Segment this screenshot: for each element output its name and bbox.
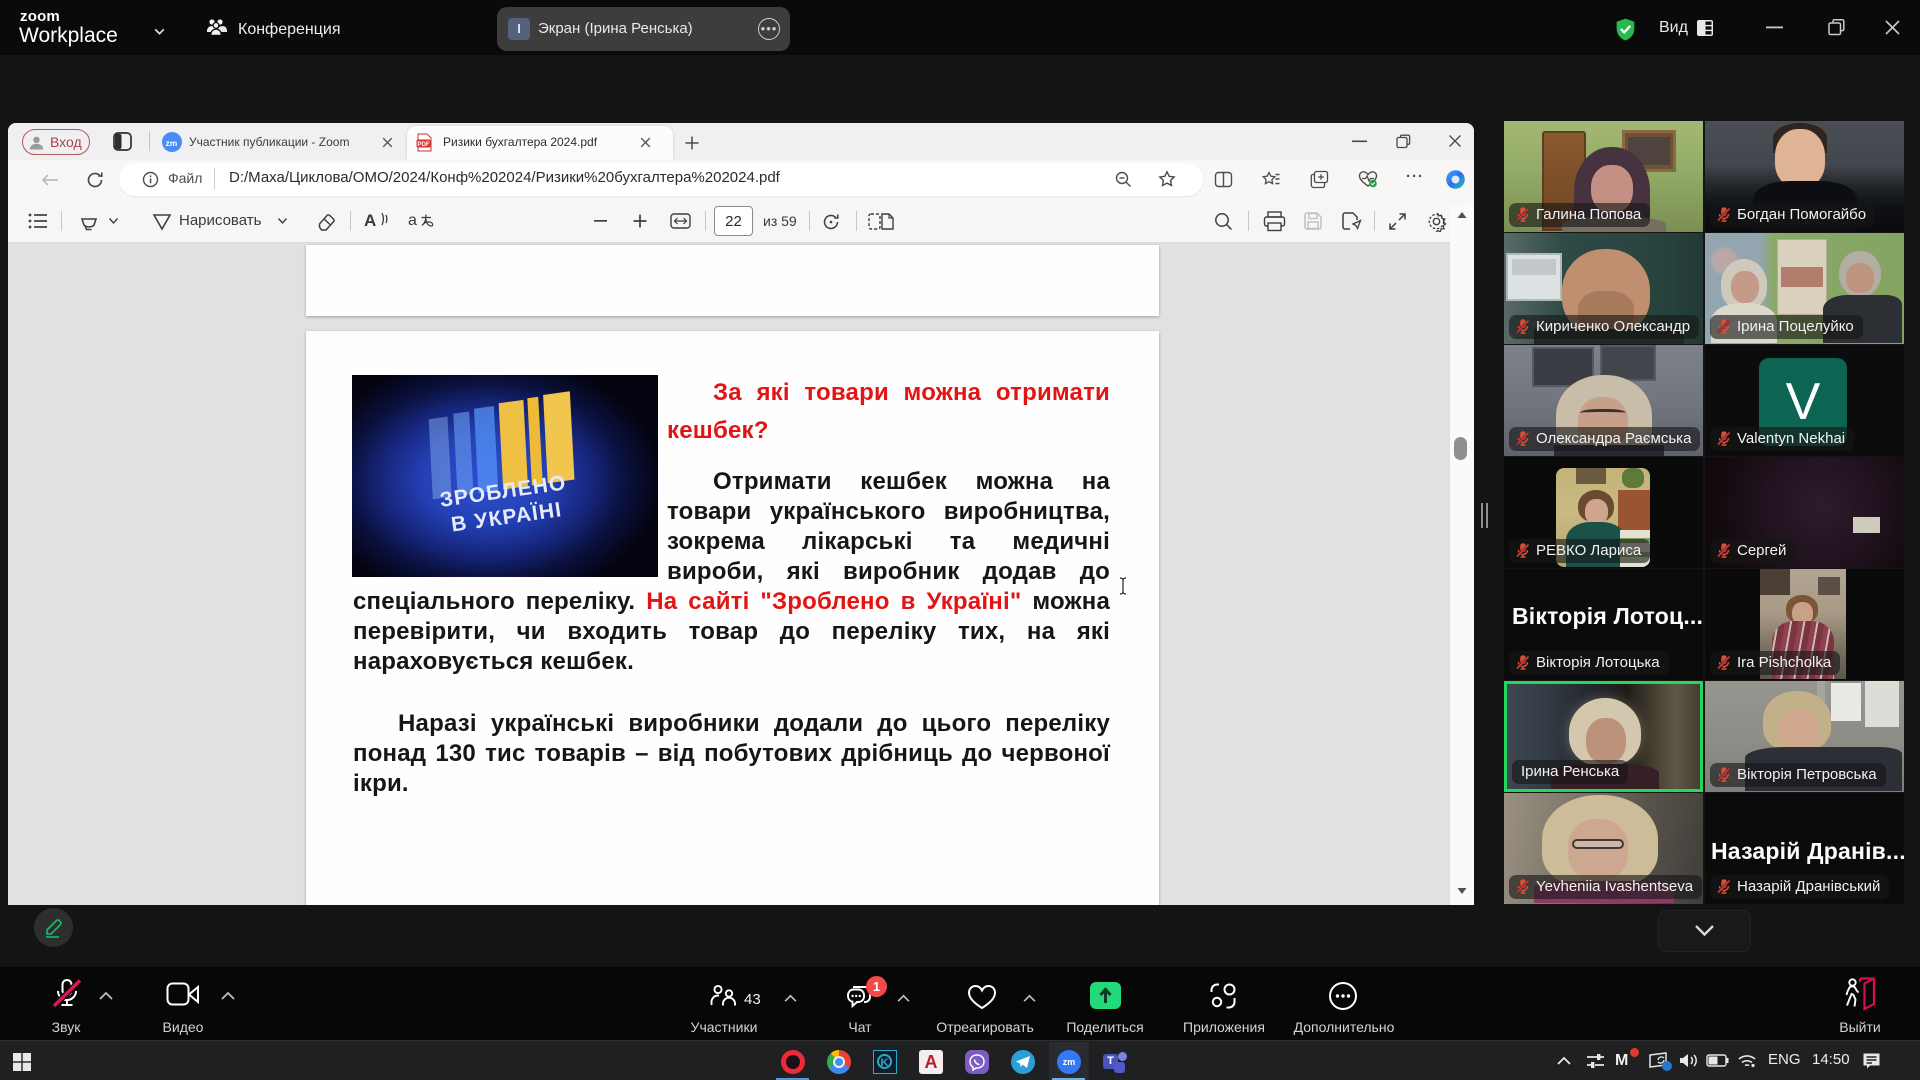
svg-text:PDF: PDF: [417, 141, 430, 148]
